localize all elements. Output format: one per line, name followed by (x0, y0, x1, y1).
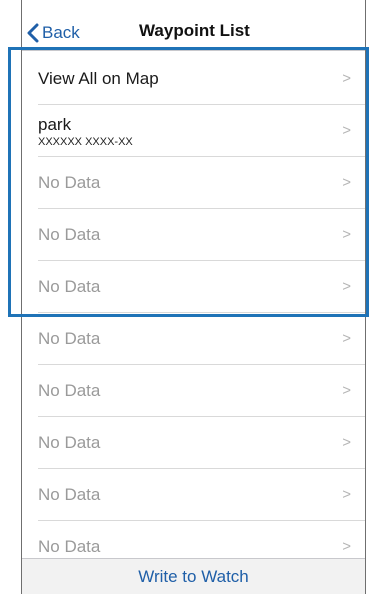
list-item[interactable]: No Data > (22, 209, 365, 261)
list-item[interactable]: View All on Map > (22, 53, 365, 105)
list-item[interactable]: No Data > (22, 261, 365, 313)
chevron-right-icon: > (342, 278, 351, 295)
list-item[interactable]: No Data > (22, 157, 365, 209)
chevron-right-icon: > (342, 70, 351, 87)
list-item-label: No Data (38, 329, 101, 348)
list-item[interactable]: park XXXXXX XXXX-XX > (22, 105, 365, 157)
back-button-label: Back (42, 23, 80, 42)
list-item-label: No Data (38, 485, 101, 504)
chevron-right-icon: > (342, 122, 351, 139)
list-item[interactable]: No Data > (22, 469, 365, 521)
chevron-right-icon: > (342, 382, 351, 399)
write-to-watch-button[interactable]: Write to Watch (138, 567, 249, 587)
chevron-right-icon: > (342, 486, 351, 503)
list-item-label: View All on Map (38, 69, 159, 88)
list-item[interactable]: No Data > (22, 365, 365, 417)
list-item[interactable]: No Data > (22, 417, 365, 469)
chevron-left-icon (27, 23, 39, 43)
navigation-bar: Back Waypoint List (22, 0, 365, 51)
list-item-label: No Data (38, 225, 101, 244)
chevron-right-icon: > (342, 330, 351, 347)
chevron-right-icon: > (342, 434, 351, 451)
list-item-label: No Data (38, 277, 101, 296)
chevron-right-icon: > (342, 174, 351, 191)
chevron-right-icon: > (342, 226, 351, 243)
footer-toolbar: Write to Watch (22, 558, 365, 594)
phone-screen: Back Waypoint List View All on Map > par… (21, 0, 366, 594)
list-item-label: No Data (38, 173, 101, 192)
back-button[interactable]: Back (27, 19, 80, 47)
waypoint-list: View All on Map > park XXXXXX XXXX-XX > … (22, 53, 365, 573)
list-item[interactable]: No Data > (22, 313, 365, 365)
list-item-label: No Data (38, 381, 101, 400)
page-title: Waypoint List (139, 21, 250, 40)
list-item-label: No Data (38, 537, 101, 556)
list-item-subtitle: XXXXXX XXXX-XX (38, 135, 133, 148)
chevron-right-icon: > (342, 538, 351, 555)
list-item-label: No Data (38, 433, 101, 452)
list-item-label: park (38, 114, 72, 134)
